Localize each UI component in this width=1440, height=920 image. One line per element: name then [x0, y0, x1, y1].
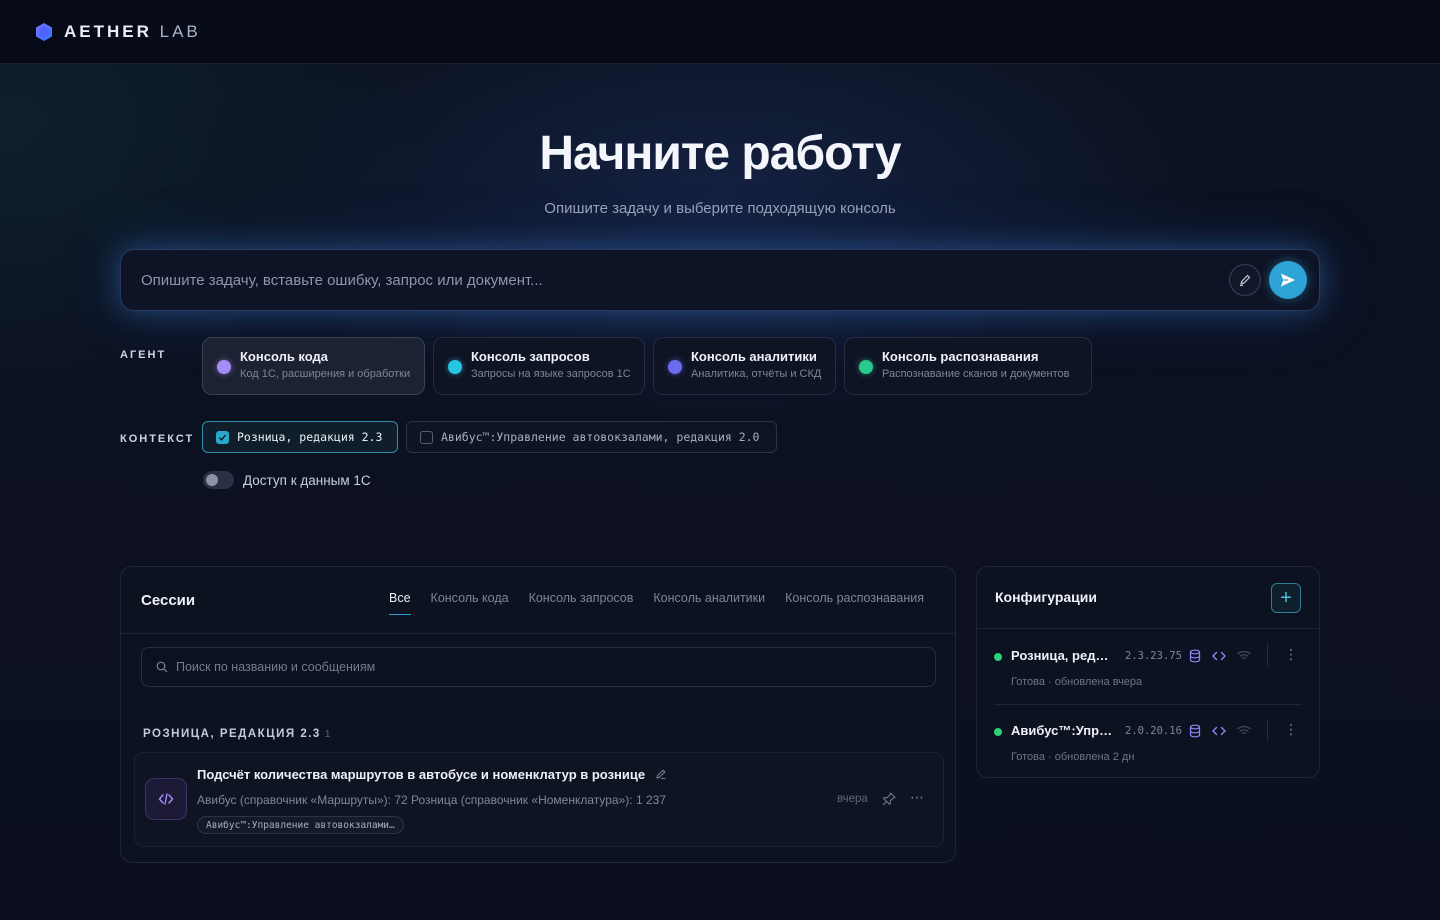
- database-icon[interactable]: [1187, 723, 1203, 739]
- tab-all[interactable]: Все: [389, 591, 411, 615]
- agent-card-queries[interactable]: Консоль запросов Запросы на языке запрос…: [433, 337, 645, 395]
- send-icon: [1281, 273, 1295, 287]
- data-access-label: Доступ к данным 1С: [243, 473, 371, 488]
- code-icon[interactable]: [1211, 648, 1227, 664]
- edit-button[interactable]: [1229, 264, 1261, 296]
- session-item[interactable]: Подсчёт количества маршрутов в автобусе …: [134, 752, 944, 847]
- config-name: Авибус™:Управление автовокзалами: [1011, 723, 1115, 738]
- sessions-tabs: Все Консоль кода Консоль запросов Консол…: [389, 591, 924, 615]
- tab-code-console[interactable]: Консоль кода: [431, 591, 509, 615]
- agent-card-desc: Запросы на языке запросов 1С: [471, 368, 631, 380]
- more-vertical-icon[interactable]: ⋮: [1284, 646, 1298, 663]
- agent-card-title: Консоль запросов: [471, 349, 590, 364]
- session-title-text: Подсчёт количества маршрутов в автобусе …: [197, 767, 646, 782]
- context-chip-label: Розница, редакция 2.3: [237, 430, 383, 444]
- agent-card-analytics[interactable]: Консоль аналитики Аналитика, отчёты и СК…: [653, 337, 836, 395]
- wifi-icon[interactable]: [1236, 723, 1252, 739]
- brand-name-bold: AETHER: [64, 21, 152, 41]
- agent-card-code[interactable]: Консоль кода Код 1С, расширения и обрабо…: [202, 337, 425, 395]
- query-console-dot-icon: [448, 360, 462, 374]
- sessions-search-input[interactable]: [176, 660, 916, 674]
- pen-icon: [1240, 274, 1251, 287]
- prompt-box: [120, 249, 1320, 311]
- agent-card-desc: Аналитика, отчёты и СКД: [691, 368, 822, 380]
- tab-recognition-console[interactable]: Консоль распознавания: [785, 591, 924, 615]
- pin-icon[interactable]: [881, 791, 897, 807]
- status-dot-icon: [994, 653, 1002, 661]
- prompt-input[interactable]: [121, 250, 1221, 310]
- config-version: 2.3.23.75: [1125, 650, 1182, 662]
- rename-pencil-icon[interactable]: [655, 768, 667, 780]
- checkbox-checked-icon: [216, 430, 229, 444]
- recognition-console-dot-icon: [859, 360, 873, 374]
- status-dot-icon: [994, 728, 1002, 736]
- config-status: Готова · обновлена 2 дн: [1011, 751, 1135, 763]
- page-title: Начните работу: [539, 127, 901, 180]
- agent-label: АГЕНТ: [120, 349, 167, 361]
- sessions-panel: Сессии Все Консоль кода Консоль запросов…: [120, 566, 956, 863]
- session-context-tag: Авибус™:Управление автовокзалами…: [197, 816, 404, 834]
- session-time: вчера: [837, 793, 868, 805]
- code-icon[interactable]: [1211, 723, 1227, 739]
- session-group-count: 1: [324, 729, 331, 740]
- session-description: Авибус (справочник «Маршруты»): 72 Розни…: [197, 793, 666, 807]
- tab-analytics-console[interactable]: Консоль аналитики: [653, 591, 765, 615]
- sessions-search: [141, 647, 936, 687]
- session-group-name: РОЗНИЦА, РЕДАКЦИЯ 2.3: [143, 728, 321, 740]
- wifi-icon[interactable]: [1236, 648, 1252, 664]
- session-group-label: РОЗНИЦА, РЕДАКЦИЯ 2.3 1: [143, 728, 330, 740]
- config-name: Розница, редакция 2.3: [1011, 648, 1115, 663]
- context-chip-retail[interactable]: Розница, редакция 2.3: [202, 421, 398, 453]
- config-status: Готова · обновлена вчера: [1011, 676, 1143, 688]
- brand-name-light: LAB: [159, 21, 201, 41]
- config-version: 2.0.20.16: [1125, 725, 1182, 737]
- data-access-toggle[interactable]: [203, 471, 234, 489]
- configs-panel: Конфигурации + Розница, редакция 2.3 2.3…: [976, 566, 1320, 778]
- more-vertical-icon[interactable]: ⋮: [1284, 721, 1298, 738]
- agent-card-title: Консоль кода: [240, 349, 329, 364]
- search-icon: [156, 661, 168, 673]
- add-config-button[interactable]: +: [1271, 583, 1301, 613]
- more-horizontal-icon[interactable]: ⋯: [910, 789, 925, 806]
- divider: [1267, 644, 1268, 666]
- top-bar: AETHER LAB: [0, 0, 1440, 64]
- toggle-knob: [206, 474, 218, 486]
- analytics-console-dot-icon: [668, 360, 682, 374]
- agent-card-recognition[interactable]: Консоль распознавания Распознавание скан…: [844, 337, 1092, 395]
- context-chip-label: Авибус™:Управление автовокзалами, редакц…: [441, 430, 760, 444]
- code-icon: [145, 778, 187, 820]
- checkbox-unchecked-icon: [420, 430, 433, 444]
- agent-card-title: Консоль аналитики: [691, 349, 817, 364]
- plus-icon: +: [1280, 587, 1292, 609]
- page-subtitle: Опишите задачу и выберите подходящую кон…: [544, 200, 896, 217]
- divider: [994, 704, 1302, 705]
- context-label: КОНТЕКСТ: [120, 433, 195, 445]
- send-button[interactable]: [1269, 261, 1307, 299]
- database-icon[interactable]: [1187, 648, 1203, 664]
- tab-query-console[interactable]: Консоль запросов: [529, 591, 634, 615]
- divider: [121, 633, 955, 634]
- divider: [977, 628, 1319, 629]
- divider: [1267, 719, 1268, 741]
- brand-name[interactable]: AETHER LAB: [64, 22, 201, 42]
- agent-card-title: Консоль распознавания: [882, 349, 1039, 364]
- sessions-title: Сессии: [141, 592, 196, 609]
- agent-card-desc: Код 1С, расширения и обработки: [240, 368, 411, 380]
- hexagon-logo-icon: [36, 22, 52, 41]
- code-console-dot-icon: [217, 360, 231, 374]
- agent-card-desc: Распознавание сканов и документов: [882, 368, 1070, 380]
- context-chip-avibus[interactable]: Авибус™:Управление автовокзалами, редакц…: [406, 421, 777, 453]
- configs-title: Конфигурации: [995, 589, 1097, 605]
- session-title: Подсчёт количества маршрутов в автобусе …: [197, 767, 667, 782]
